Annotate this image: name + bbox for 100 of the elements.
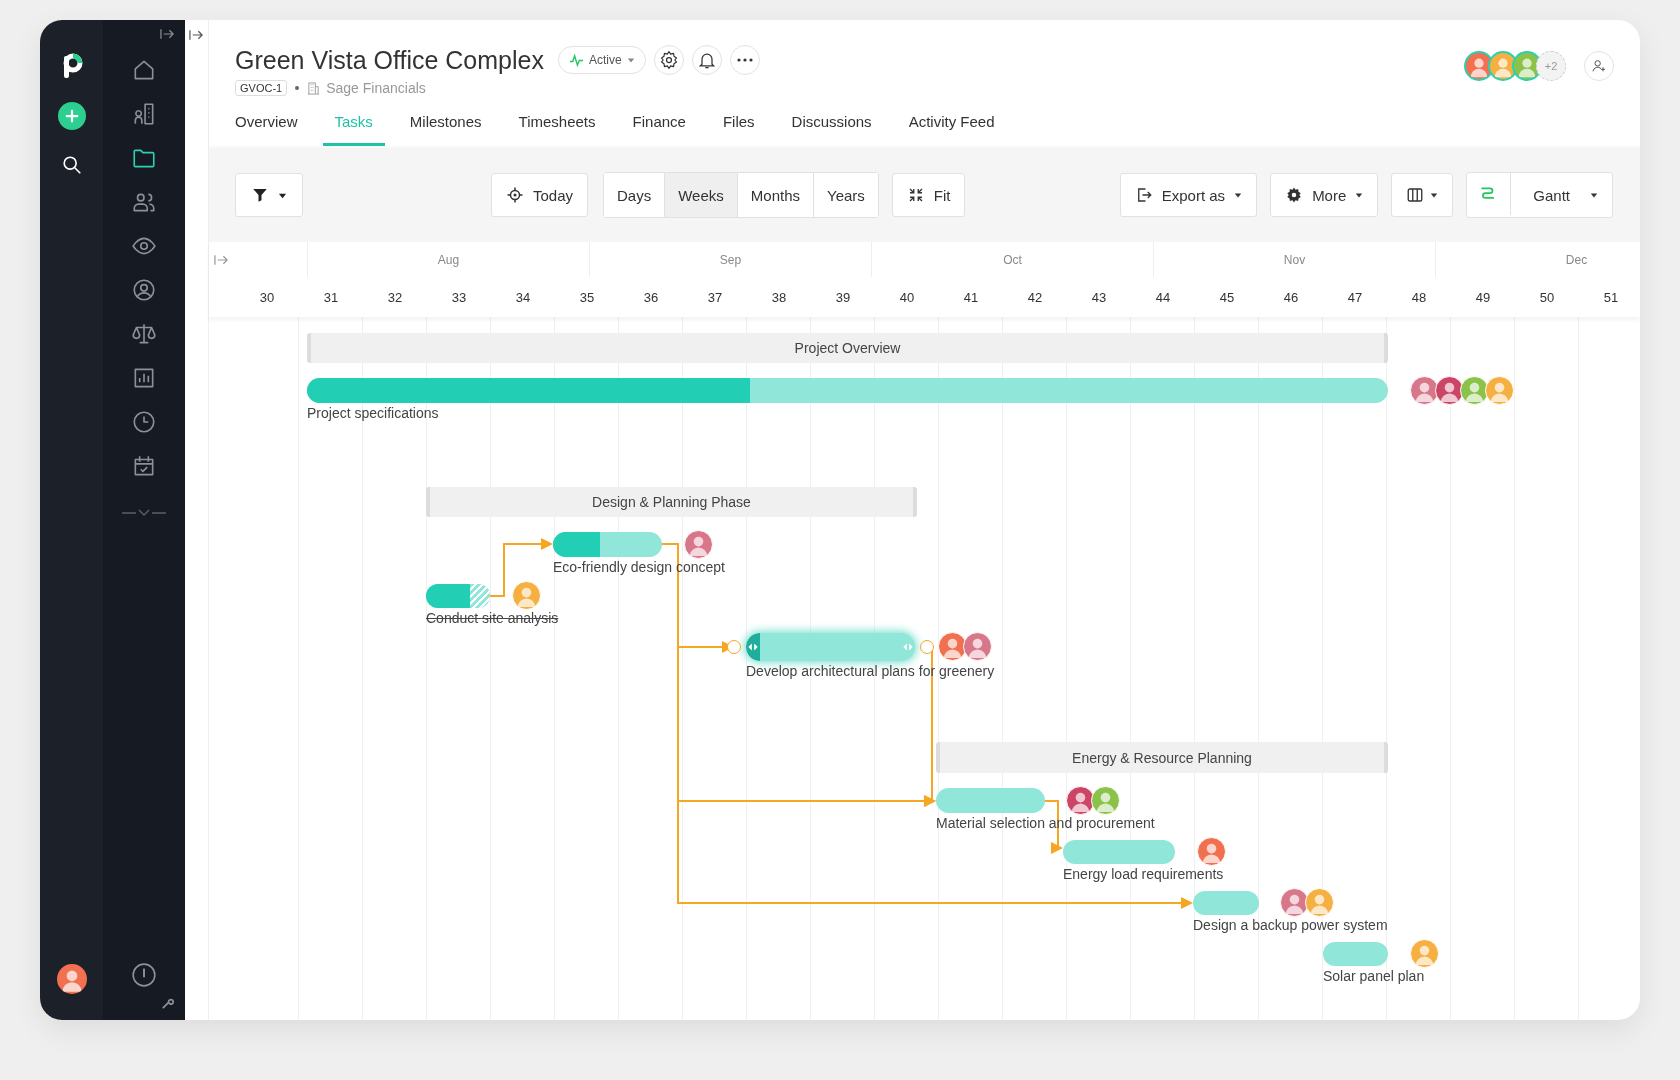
week-label: 36: [643, 289, 659, 305]
crosshair-icon: [506, 186, 524, 204]
month-label: Oct: [1003, 252, 1022, 267]
client-name: Sage Financials: [326, 80, 426, 96]
wrench-icon[interactable]: [161, 996, 175, 1010]
month-label: Sep: [719, 252, 742, 267]
week-label: 47: [1347, 289, 1363, 305]
more-icon: [736, 58, 753, 62]
user-avatar[interactable]: [56, 964, 87, 994]
assignee-avatar[interactable]: [1280, 888, 1309, 917]
info-icon[interactable]: [131, 962, 157, 988]
fit-button[interactable]: Fit: [891, 173, 966, 217]
week-label: 49: [1475, 289, 1491, 305]
week-label: 37: [707, 289, 723, 305]
connector-handle[interactable]: [727, 640, 741, 654]
assignee-avatar[interactable]: [1410, 939, 1439, 968]
tab[interactable]: Overview: [235, 110, 298, 146]
week-label: 38: [771, 289, 787, 305]
today-button[interactable]: Today: [491, 173, 589, 217]
task-bar[interactable]: [746, 633, 915, 661]
assignee-avatar[interactable]: [938, 632, 967, 661]
scale-option[interactable]: Weeks: [664, 173, 737, 217]
tab[interactable]: Discussions: [791, 110, 872, 146]
week-label: 51: [1603, 289, 1619, 305]
notifications-button[interactable]: [691, 45, 722, 75]
month-label: Aug: [437, 252, 460, 267]
gear-icon: [658, 50, 679, 70]
tab[interactable]: Milestones: [409, 110, 482, 146]
columns-icon: [1406, 186, 1425, 204]
caret-icon: [1430, 191, 1439, 199]
expand-icon[interactable]: [160, 28, 175, 40]
add-member-button[interactable]: [1584, 51, 1614, 81]
search-icon[interactable]: [60, 154, 83, 176]
week-label: 48: [1411, 289, 1427, 305]
task-name: Energy load requirements: [1063, 865, 1224, 883]
tab[interactable]: Activity Feed: [908, 110, 995, 146]
caret-icon: [1234, 191, 1243, 199]
filter-button[interactable]: [235, 173, 303, 217]
add-user-icon: [1591, 58, 1607, 74]
week-label: 40: [899, 289, 915, 305]
expand-icon[interactable]: [189, 29, 204, 41]
assignee-avatar[interactable]: [1435, 375, 1464, 405]
week-label: 30: [259, 289, 275, 305]
caret-icon: [1355, 191, 1364, 199]
month-label: Dec: [1565, 252, 1588, 267]
phase-bar[interactable]: Design & Planning Phase: [426, 487, 917, 517]
project-title: Green Vista Office Complex: [235, 45, 544, 76]
building-icon: [307, 81, 321, 95]
add-button[interactable]: [57, 102, 86, 130]
task-name: Solar panel plan: [1323, 967, 1425, 985]
project-code: GVOC-1: [235, 80, 288, 96]
tab[interactable]: Finance: [632, 110, 686, 146]
settings-button[interactable]: [653, 45, 684, 75]
status-dropdown[interactable]: Active: [557, 46, 646, 74]
clock-icon[interactable]: [131, 409, 157, 435]
assignee-avatar[interactable]: [1410, 375, 1439, 405]
filter-icon: [251, 186, 269, 204]
week-label: 32: [387, 289, 403, 305]
week-label: 31: [323, 289, 339, 305]
tab[interactable]: Files: [722, 110, 755, 146]
columns-button[interactable]: [1391, 173, 1454, 217]
assignee-avatar[interactable]: [512, 581, 541, 610]
week-label: 34: [515, 289, 531, 305]
export-button[interactable]: Export as: [1119, 173, 1258, 217]
assignee-avatar[interactable]: [1197, 837, 1226, 866]
week-label: 50: [1539, 289, 1555, 305]
dependency-arrow: [489, 538, 553, 597]
week-label: 35: [579, 289, 595, 305]
more-menu-button[interactable]: More: [1270, 173, 1379, 217]
week-label: 44: [1155, 289, 1171, 305]
user-icon[interactable]: [131, 277, 157, 303]
assignee-avatar[interactable]: [684, 529, 713, 559]
week-label: 39: [835, 289, 851, 305]
connector-handle[interactable]: [920, 640, 934, 654]
assignee-avatar[interactable]: [1091, 785, 1120, 815]
assignee-avatar[interactable]: [1066, 785, 1095, 815]
task-name: Conduct site analysis: [426, 609, 559, 627]
week-label: 33: [451, 289, 467, 305]
phase-bar[interactable]: Energy & Resource Planning: [936, 742, 1388, 773]
pulse-icon: [568, 52, 584, 68]
task-bar[interactable]: [426, 584, 490, 608]
week-label: 43: [1091, 289, 1107, 305]
month-label: Nov: [1283, 252, 1306, 267]
chevron-down-icon[interactable]: [122, 508, 166, 518]
task-bar[interactable]: [553, 532, 662, 557]
week-label: 45: [1219, 289, 1235, 305]
task-name: Design a backup power system: [1193, 916, 1388, 934]
assignee-avatar[interactable]: [1305, 888, 1334, 917]
week-label: 41: [963, 289, 979, 305]
assignee-avatar[interactable]: [963, 632, 992, 661]
assignee-avatar[interactable]: [1485, 375, 1514, 405]
caret-icon: [1590, 191, 1598, 199]
assignee-avatar[interactable]: [1460, 375, 1489, 405]
resize-handle-icon[interactable]: [746, 633, 760, 661]
more-button[interactable]: [729, 45, 760, 75]
phase-bar[interactable]: Project Overview: [307, 333, 1388, 363]
tab[interactable]: Timesheets: [518, 110, 596, 146]
week-label: 46: [1283, 289, 1299, 305]
task-name: Project specifications: [307, 404, 439, 422]
scale-option[interactable]: Years: [813, 173, 878, 217]
